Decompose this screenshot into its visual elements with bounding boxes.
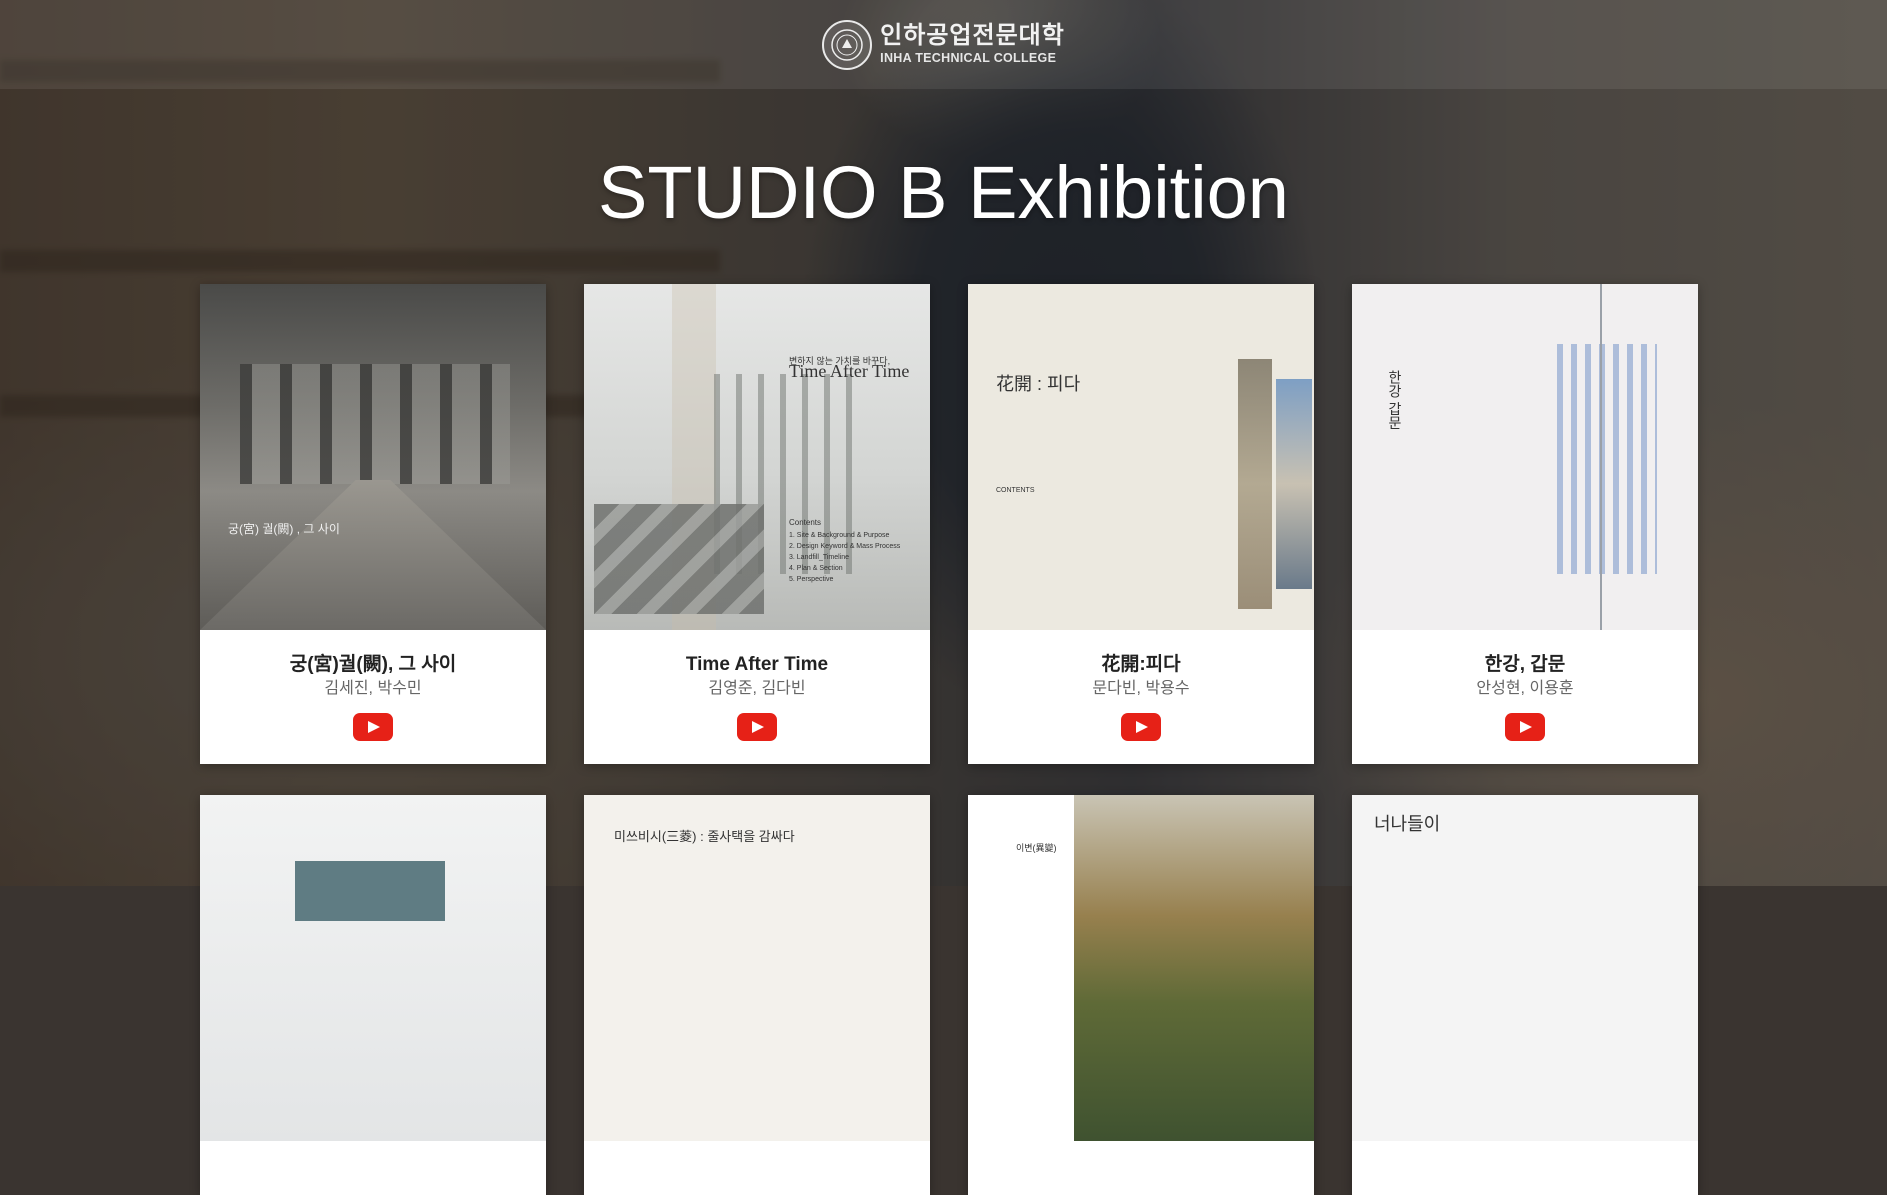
project-card[interactable] [200,795,546,1195]
page-title: STUDIO B Exhibition [598,151,1289,234]
logo-korean-text: 인하공업전문대학 [880,22,1065,50]
project-thumbnail[interactable] [200,795,546,1141]
college-seal-icon [822,19,873,70]
thumbnail-art [594,504,764,614]
project-thumbnail[interactable]: 변하지 않는 가치를 바꾸다, Time After Time Contents… [584,284,930,630]
project-card[interactable]: 너나들이 [1352,795,1698,1195]
thumbnail-art [1238,359,1272,609]
youtube-play-icon[interactable] [1505,713,1545,741]
card-authors: 문다빈, 박용수 [1092,680,1190,697]
thumbnail-caption: 궁(宮) 궐(闕) , 그 사이 [228,522,340,536]
thumbnail-caption: 3. Landfill_Timeline [789,554,850,561]
logo-english-text: INHA TECHNICAL COLLEGE [880,51,1057,66]
thumbnail-art [240,364,510,484]
thumbnail-caption: 한강 갑문 [1387,370,1403,430]
project-card[interactable]: 花開 : 피다 CONTENTS 花開:피다 문다빈, 박용수 [968,284,1314,764]
project-card[interactable]: 궁(宮) 궐(闕) , 그 사이 궁(宮)궐(闕), 그 사이 김세진, 박수민 [200,284,546,764]
thumbnail-art [1557,344,1657,574]
thumbnail-caption: Time After Time [789,361,910,381]
card-info: 花開:피다 문다빈, 박용수 [968,630,1314,764]
card-authors: 김영준, 김다빈 [708,680,806,697]
card-info: 한강, 갑문 안성현, 이용훈 [1352,630,1698,764]
thumbnail-caption: 花開 : 피다 [996,374,1081,394]
thumbnail-caption: 이변(異變) [1016,843,1057,853]
thumbnail-caption: CONTENTS [996,487,1035,494]
thumbnail-caption: 미쓰비시(三菱) : 줄사택을 감싸다 [614,829,795,844]
thumbnail-caption: 5. Perspective [789,576,834,583]
youtube-play-icon[interactable] [353,713,393,741]
thumbnail-art [200,480,546,630]
thumbnail-caption: 너나들이 [1374,814,1441,834]
youtube-play-icon[interactable] [1121,713,1161,741]
card-title: 花開:피다 [1101,654,1181,675]
exhibition-grid: 궁(宮) 궐(闕) , 그 사이 궁(宮)궐(闕), 그 사이 김세진, 박수민… [200,284,1698,1195]
project-card[interactable]: 이변(異變) [968,795,1314,1195]
thumbnail-caption: Contents [789,518,822,527]
thumbnail-caption: 2. Design Keyword & Mass Process [789,543,901,550]
card-info: Time After Time 김영준, 김다빈 [584,630,930,764]
card-title: 한강, 갑문 [1484,654,1566,675]
card-title: Time After Time [685,654,829,675]
card-info: 궁(宮)궐(闕), 그 사이 김세진, 박수민 [200,630,546,764]
project-thumbnail[interactable]: 花開 : 피다 CONTENTS [968,284,1314,630]
project-thumbnail[interactable]: 미쓰비시(三菱) : 줄사택을 감싸다 [584,795,930,1141]
project-thumbnail[interactable]: 이변(異變) [968,795,1314,1141]
project-card[interactable]: 미쓰비시(三菱) : 줄사택을 감싸다 [584,795,930,1195]
card-authors: 안성현, 이용훈 [1476,680,1574,697]
project-card[interactable]: 변하지 않는 가치를 바꾸다, Time After Time Contents… [584,284,930,764]
thumbnail-art [1276,379,1312,589]
project-thumbnail[interactable]: 궁(宮) 궐(闕) , 그 사이 [200,284,546,630]
thumbnail-art [1600,284,1602,630]
youtube-play-icon[interactable] [737,713,777,741]
top-bar: 인하공업전문대학 INHA TECHNICAL COLLEGE [0,0,1887,89]
project-card[interactable]: 한강 갑문 한강, 갑문 안성현, 이용훈 [1352,284,1698,764]
card-title: 궁(宮)궐(闕), 그 사이 [289,654,457,675]
college-logo[interactable]: 인하공업전문대학 INHA TECHNICAL COLLEGE [822,19,1065,70]
project-thumbnail[interactable]: 한강 갑문 [1352,284,1698,630]
thumbnail-art [295,861,445,921]
thumbnail-art [1074,795,1314,1141]
thumbnail-caption: 1. Site & Background & Purpose [789,532,890,539]
card-authors: 김세진, 박수민 [324,680,422,697]
project-thumbnail[interactable]: 너나들이 [1352,795,1698,1141]
thumbnail-caption: 4. Plan & Section [789,565,843,572]
